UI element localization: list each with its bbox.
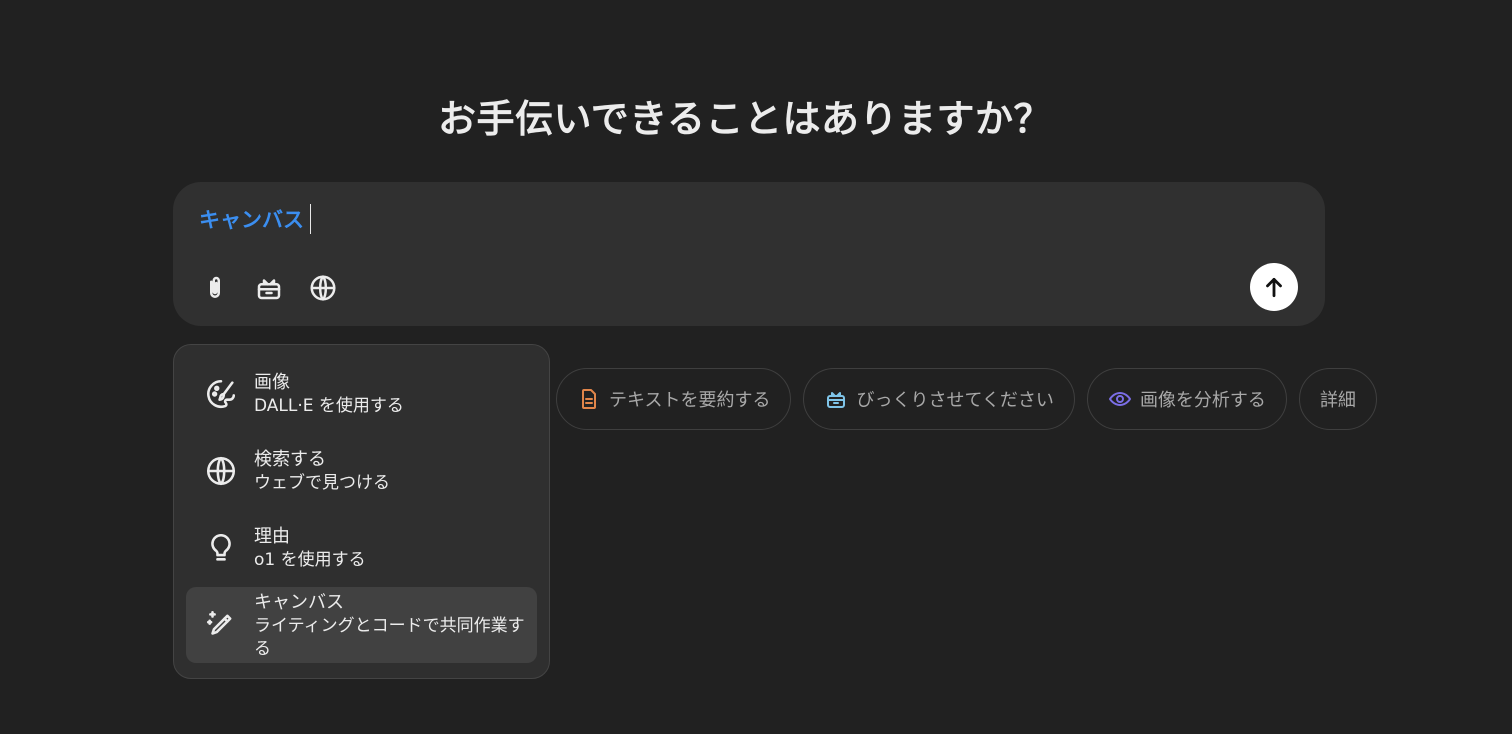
- menu-item-subtitle: DALL·E を使用する: [254, 396, 404, 416]
- menu-item-image[interactable]: 画像 DALL·E を使用する: [186, 356, 537, 432]
- chip-label: びっくりさせてください: [856, 390, 1054, 411]
- menu-item-search[interactable]: 検索する ウェブで見つける: [186, 433, 537, 509]
- menu-item-subtitle: ウェブで見つける: [254, 473, 390, 493]
- menu-item-title: 検索する: [254, 449, 326, 470]
- image-brush-icon: [202, 375, 240, 413]
- chip-label: テキストを要約する: [609, 390, 771, 411]
- tools-button[interactable]: [251, 270, 287, 306]
- chip-summarize-text[interactable]: テキストを要約する: [556, 368, 792, 430]
- page-title: お手伝いできることはありますか？: [437, 97, 1053, 141]
- suggestion-chips: テキストを要約する びっくりさせてください 画像を分析する 詳細: [556, 368, 1377, 430]
- menu-item-subtitle: o1 を使用する: [254, 550, 366, 570]
- menu-item-title: キャンバス: [254, 591, 344, 613]
- paperclip-icon: [210, 276, 220, 298]
- globe-icon: [202, 452, 240, 490]
- message-input[interactable]: キャンバス: [199, 204, 311, 234]
- document-icon: [582, 389, 596, 409]
- lightbulb-icon: [202, 529, 240, 567]
- search-web-button[interactable]: [305, 270, 341, 306]
- composer-toolbar: [197, 270, 341, 306]
- menu-item-subtitle: ライティングとコードで共同作業する: [254, 615, 525, 659]
- attach-button[interactable]: [197, 270, 233, 306]
- menu-item-reason[interactable]: 理由 o1 を使用する: [186, 510, 537, 586]
- menu-item-title: 理由: [254, 526, 290, 547]
- chip-more[interactable]: 詳細: [1298, 368, 1377, 430]
- globe-icon: [310, 275, 336, 301]
- toolbox-icon: [257, 279, 281, 300]
- menu-item-canvas[interactable]: キャンバス ライティングとコードで共同作業する: [186, 587, 537, 663]
- chip-analyze-image[interactable]: 画像を分析する: [1086, 368, 1287, 430]
- chip-surprise-me[interactable]: びっくりさせてください: [803, 368, 1075, 430]
- eye-icon: [1108, 392, 1131, 406]
- chip-label: 詳細: [1319, 390, 1356, 411]
- arrow-up-icon: [1266, 278, 1282, 298]
- gift-icon: [827, 392, 846, 408]
- pencil-sparkle-icon: [202, 606, 240, 644]
- message-composer[interactable]: キャンバス: [173, 182, 1325, 326]
- text-caret: [310, 204, 311, 234]
- menu-item-title: 画像: [254, 372, 290, 393]
- canvas-mention-chip[interactable]: キャンバス: [199, 204, 304, 234]
- tools-dropdown-menu: 画像 DALL·E を使用する 検索する ウェブで見つける 理由 o1 を使用す…: [173, 344, 550, 679]
- send-button[interactable]: [1250, 263, 1298, 311]
- chat-home-page: お手伝いできることはありますか？ キャンバス 画像 DALL·E を使用する 検…: [0, 0, 1512, 734]
- chip-label: 画像を分析する: [1139, 390, 1266, 411]
